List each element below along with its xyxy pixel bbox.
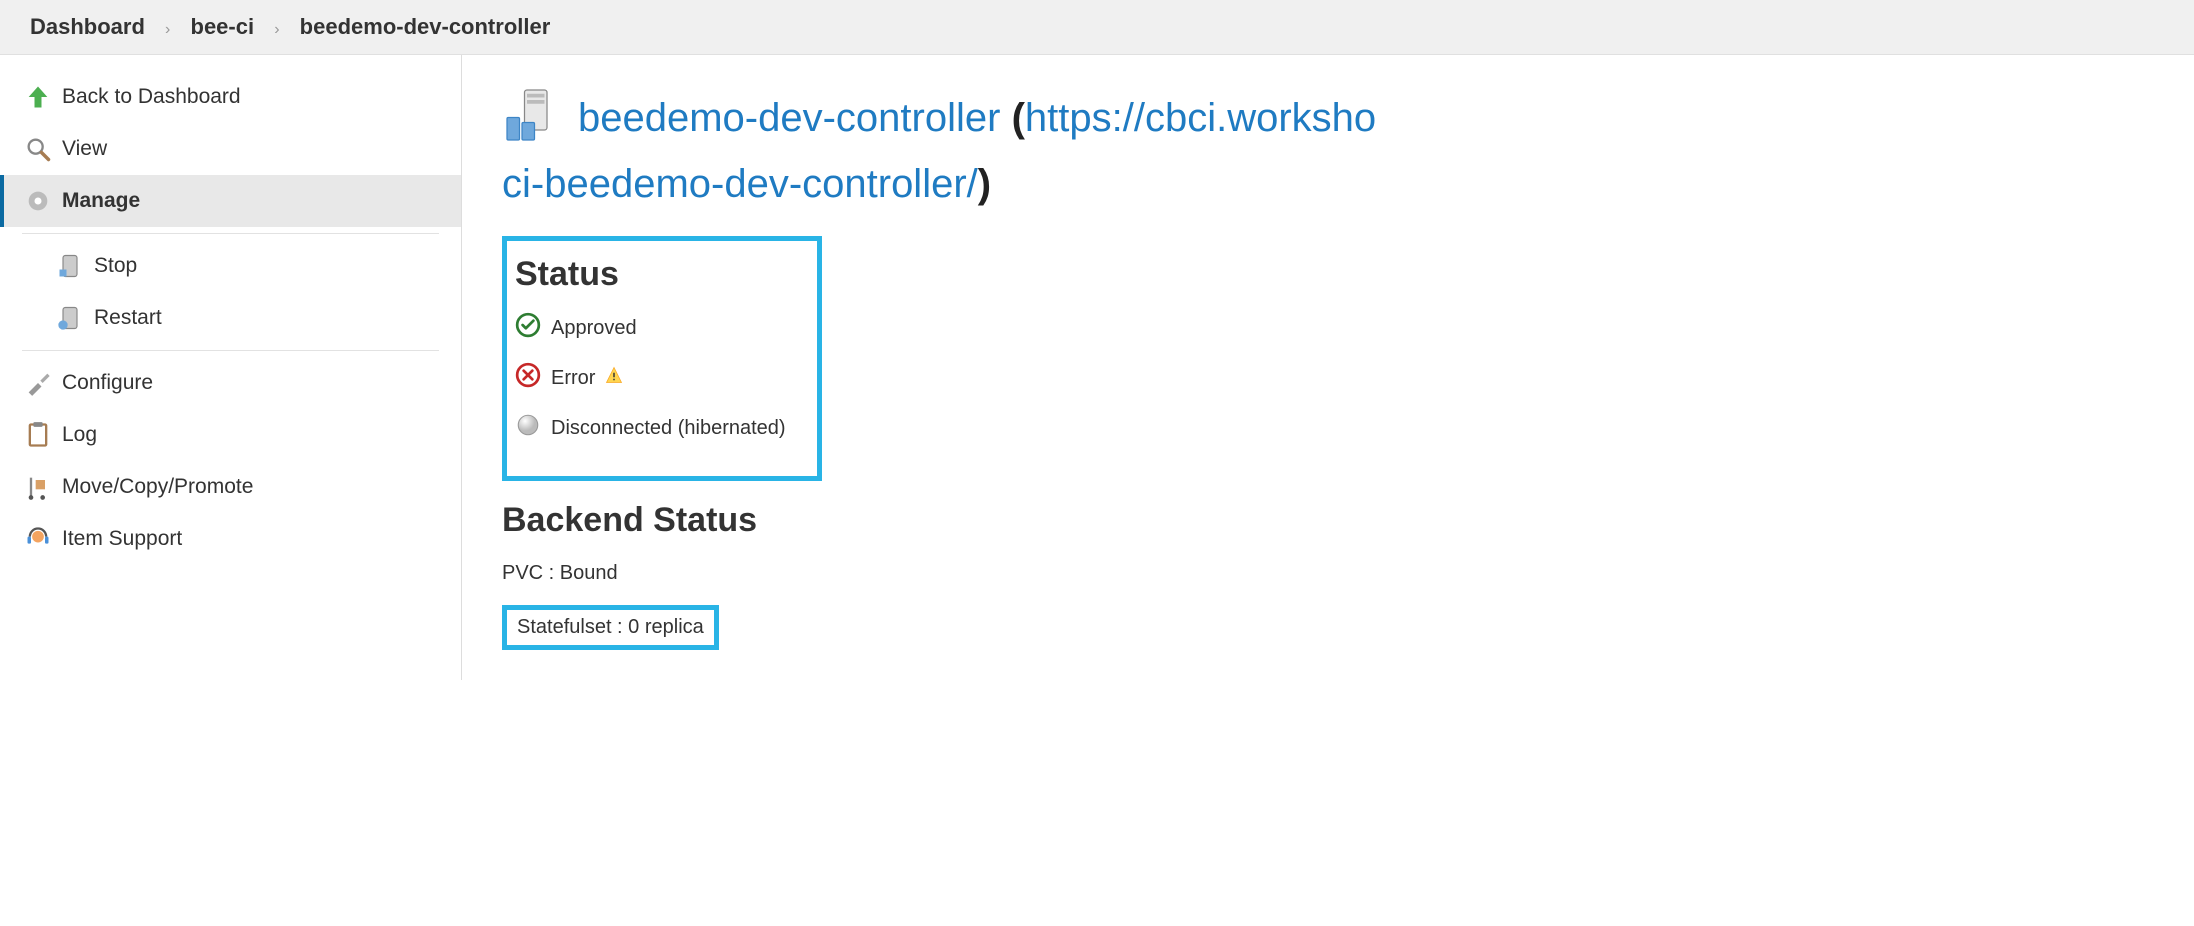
sidebar-label: View <box>62 137 107 161</box>
status-approved-label: Approved <box>551 317 637 340</box>
breadcrumb-sep-icon: › <box>165 21 170 38</box>
divider <box>22 233 439 234</box>
breadcrumb-dashboard[interactable]: Dashboard <box>30 14 145 39</box>
status-disconnected-label: Disconnected (hibernated) <box>551 417 786 440</box>
backend-status-heading: Backend Status <box>502 501 2194 540</box>
page-title-row: beedemo-dev-controller (https://cbci.wor… <box>502 85 2194 150</box>
page-title: beedemo-dev-controller (https://cbci.wor… <box>578 92 1376 144</box>
server-stop-icon <box>56 252 94 280</box>
gray-ball-icon <box>515 412 541 444</box>
gear-icon <box>24 187 62 215</box>
sidebar-label: Item Support <box>62 527 182 551</box>
sidebar-label: Manage <box>62 189 140 213</box>
backend-statefulset-line: Statefulset : 0 replica <box>502 605 719 650</box>
divider <box>22 350 439 351</box>
sidebar-label: Back to Dashboard <box>62 85 241 109</box>
clipboard-icon <box>24 421 62 449</box>
sidebar-configure[interactable]: Configure <box>0 357 461 409</box>
magnifier-icon <box>24 135 62 163</box>
page-title-line2: ci-beedemo-dev-controller/) <box>502 158 2194 210</box>
controller-url-link[interactable]: https://cbci.worksho <box>1025 96 1376 140</box>
sidebar-item-support[interactable]: Item Support <box>0 513 461 565</box>
server-restart-icon <box>56 304 94 332</box>
status-disconnected-row: Disconnected (hibernated) <box>515 412 801 444</box>
controller-name-link[interactable]: beedemo-dev-controller <box>578 96 1000 140</box>
check-circle-icon <box>515 312 541 344</box>
sidebar-restart[interactable]: Restart <box>0 292 461 344</box>
controller-url-link-cont[interactable]: ci-beedemo-dev-controller/ <box>502 162 978 206</box>
warning-triangle-icon <box>605 366 623 390</box>
x-circle-icon <box>515 362 541 394</box>
breadcrumb-controller[interactable]: beedemo-dev-controller <box>300 14 551 39</box>
sidebar-log[interactable]: Log <box>0 409 461 461</box>
title-open-paren: ( <box>1012 96 1025 140</box>
sidebar-label: Log <box>62 423 97 447</box>
main-content: beedemo-dev-controller (https://cbci.wor… <box>462 55 2194 680</box>
sidebar-label: Stop <box>94 254 137 278</box>
up-arrow-icon <box>24 83 62 111</box>
breadcrumb: Dashboard › bee-ci › beedemo-dev-control… <box>0 0 2194 55</box>
status-error-label: Error <box>551 367 595 390</box>
sidebar-label: Configure <box>62 371 153 395</box>
sidebar-label: Restart <box>94 306 162 330</box>
status-panel: Status Approved Error <box>502 236 822 481</box>
backend-pvc-line: PVC : Bound <box>502 562 2194 585</box>
sidebar-back-to-dashboard[interactable]: Back to Dashboard <box>0 71 461 123</box>
breadcrumb-bee-ci[interactable]: bee-ci <box>191 14 255 39</box>
tools-icon <box>24 369 62 397</box>
sidebar-stop[interactable]: Stop <box>0 240 461 292</box>
sidebar-manage[interactable]: Manage <box>0 175 461 227</box>
sidebar-label: Move/Copy/Promote <box>62 475 253 499</box>
headset-icon <box>24 525 62 553</box>
sidebar-move-copy-promote[interactable]: Move/Copy/Promote <box>0 461 461 513</box>
dolly-icon <box>24 473 62 501</box>
breadcrumb-sep-icon: › <box>274 21 279 38</box>
status-approved-row: Approved <box>515 312 801 344</box>
status-heading: Status <box>515 255 801 294</box>
sidebar: Back to Dashboard View Manage Stop <box>0 55 462 680</box>
title-close-paren: ) <box>978 162 991 206</box>
sidebar-view[interactable]: View <box>0 123 461 175</box>
status-error-row: Error <box>515 362 801 394</box>
server-cluster-icon <box>502 85 562 150</box>
